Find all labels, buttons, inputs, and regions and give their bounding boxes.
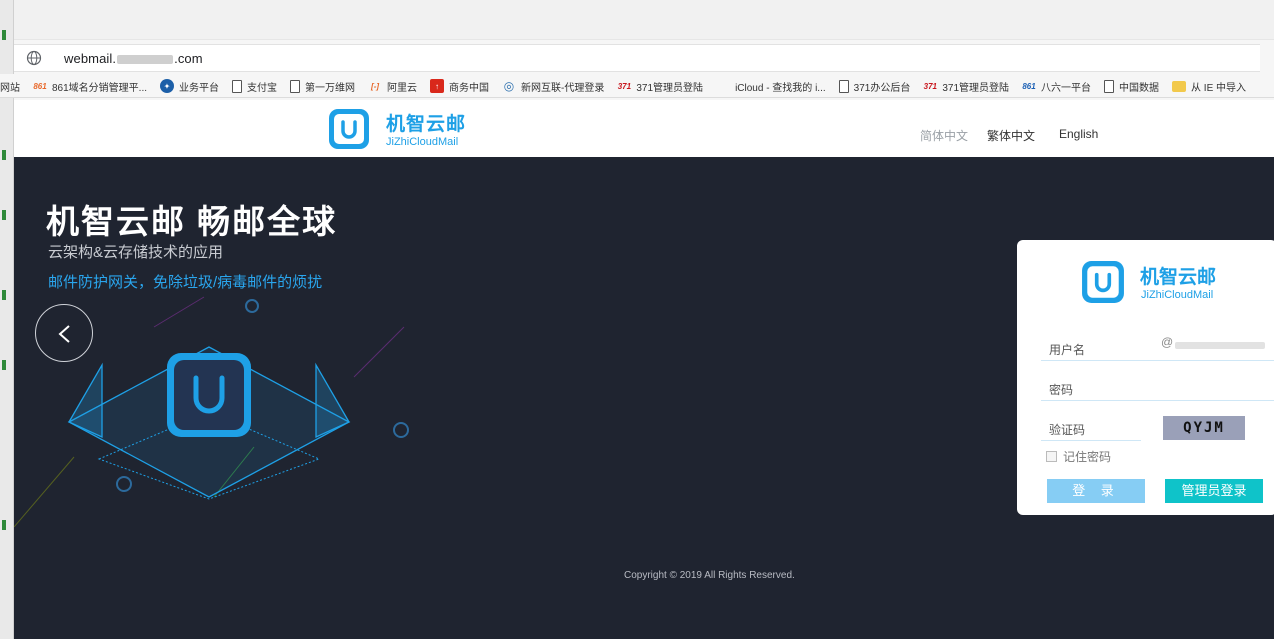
- tab-strip: [14, 0, 1274, 40]
- url-text[interactable]: webmail. .com: [64, 51, 203, 66]
- bookmark-item[interactable]: 网站: [0, 74, 20, 97]
- bookmark-label: iCloud - 查找我的 i...: [735, 82, 826, 94]
- username-label: 用户名: [1049, 343, 1086, 357]
- login-button[interactable]: 登 录: [1047, 479, 1145, 503]
- bookmark-label: 业务平台: [179, 82, 220, 94]
- brand-logo-icon: [329, 109, 369, 149]
- bookmark-label: 阿里云: [387, 82, 418, 94]
- bookmark-label: 371管理员登陆: [942, 82, 1010, 94]
- page-icon: [232, 79, 243, 93]
- login-card: 机智云邮 JiZhiCloudMail 用户名 @ 密码 验证码 QYJM 记住…: [1017, 240, 1274, 515]
- screen: webmail. .com 网站 861 861域名分销管理平... ✦ 业务平台 支付宝 第…: [0, 0, 1274, 639]
- favicon-icon: [-]: [371, 81, 380, 91]
- webmail-page: 机智云邮 JiZhiCloudMail 简体中文 繁体中文 English 机智…: [14, 100, 1274, 639]
- password-field[interactable]: 密码: [1041, 375, 1274, 401]
- bookmark-item[interactable]: iCloud - 查找我的 i...: [716, 74, 826, 97]
- admin-login-button[interactable]: 管理员登录: [1165, 479, 1263, 503]
- bookmark-item[interactable]: 从 IE 中导入: [1172, 74, 1247, 97]
- bookmark-item[interactable]: 371 371管理员登陆: [923, 74, 1010, 97]
- password-label: 密码: [1049, 383, 1074, 397]
- captcha-field[interactable]: 验证码: [1041, 415, 1141, 441]
- bookmark-item[interactable]: 第一万维网: [290, 74, 356, 97]
- carousel-prev-button[interactable]: [35, 304, 93, 362]
- bookmark-item[interactable]: 371 371管理员登陆: [617, 74, 704, 97]
- address-bar[interactable]: webmail. .com: [14, 44, 1260, 72]
- lang-traditional-chinese[interactable]: 繁体中文: [987, 127, 1035, 144]
- site-header: 机智云邮 JiZhiCloudMail 简体中文 繁体中文 English: [14, 100, 1274, 157]
- bookmark-label: 商务中国: [449, 82, 490, 94]
- hero-banner: 机智云邮 畅邮全球 云架构&云存储技术的应用 邮件防护网关，免除垃圾/病毒邮件的…: [14, 157, 1274, 639]
- login-logo-icon: [1082, 261, 1124, 303]
- redacted-domain: [1175, 342, 1265, 349]
- captcha-label: 验证码: [1049, 423, 1086, 437]
- chevron-left-icon: [58, 325, 70, 343]
- favicon-icon: ◎: [503, 79, 515, 93]
- favicon-icon: ✦: [160, 79, 175, 93]
- favicon-icon: 371: [923, 81, 937, 91]
- lang-simplified-chinese[interactable]: 简体中文: [920, 127, 968, 144]
- captcha-image[interactable]: QYJM: [1163, 416, 1245, 440]
- brand-subtitle: JiZhiCloudMail: [386, 136, 459, 148]
- username-field[interactable]: 用户名 @: [1041, 335, 1274, 361]
- lang-english[interactable]: English: [1059, 127, 1098, 141]
- bookmark-label: 八六一平台: [1041, 82, 1092, 94]
- globe-icon: [26, 50, 42, 66]
- bookmark-label: 从 IE 中导入: [1191, 82, 1247, 94]
- bookmark-label: 网站: [0, 82, 20, 94]
- page-icon: [1104, 79, 1115, 93]
- folder-icon: [1172, 80, 1187, 92]
- page-icon: [838, 79, 849, 93]
- bookmark-item[interactable]: 861 八六一平台: [1022, 74, 1092, 97]
- favicon-icon: 861: [33, 81, 47, 91]
- bookmark-item[interactable]: 中国数据: [1104, 74, 1160, 97]
- copyright-text: Copyright © 2019 All Rights Reserved.: [624, 570, 795, 581]
- favicon-icon: [716, 79, 730, 93]
- bookmark-label: 371管理员登陆: [636, 82, 704, 94]
- domain-at-sign: @: [1161, 335, 1174, 349]
- hero-subline: 云架构&云存储技术的应用: [48, 244, 224, 261]
- bookmark-label: 371办公后台: [853, 82, 911, 94]
- bookmark-label: 第一万维网: [305, 82, 356, 94]
- login-brand-subtitle: JiZhiCloudMail: [1141, 289, 1214, 301]
- bookmark-item[interactable]: ↑ 商务中国: [430, 74, 490, 97]
- bookmark-item[interactable]: ◎ 新网互联-代理登录: [502, 74, 605, 97]
- bookmark-item[interactable]: 支付宝: [232, 74, 278, 97]
- remember-password[interactable]: 记住密码: [1046, 448, 1111, 465]
- favicon-icon: 861: [1022, 81, 1036, 91]
- brand-name: 机智云邮: [386, 114, 467, 135]
- bookmark-item[interactable]: [-] 阿里云: [368, 74, 418, 97]
- bookmark-label: 支付宝: [247, 82, 278, 94]
- login-brand-name: 机智云邮: [1140, 267, 1217, 288]
- hero-headline: 机智云邮 畅邮全球: [46, 203, 338, 240]
- favicon-icon: ↑: [430, 79, 445, 93]
- redacted-domain: [117, 55, 174, 65]
- bookmark-item[interactable]: ✦ 业务平台: [160, 74, 220, 97]
- remember-label: 记住密码: [1063, 450, 1112, 464]
- remember-checkbox[interactable]: [1046, 451, 1057, 462]
- favicon-icon: 371: [617, 81, 632, 91]
- bookmark-label: 中国数据: [1119, 82, 1160, 94]
- page-icon: [290, 79, 301, 93]
- bookmarks-bar: 网站 861 861域名分销管理平... ✦ 业务平台 支付宝 第一万维网 [-] 阿里云 ↑ 商务…: [0, 74, 1274, 98]
- bookmark-label: 861域名分销管理平...: [52, 82, 148, 94]
- bookmark-item[interactable]: 371办公后台: [838, 74, 911, 97]
- bookmark-item[interactable]: 861 861域名分销管理平...: [33, 74, 148, 97]
- bookmark-label: 新网互联-代理登录: [521, 82, 605, 94]
